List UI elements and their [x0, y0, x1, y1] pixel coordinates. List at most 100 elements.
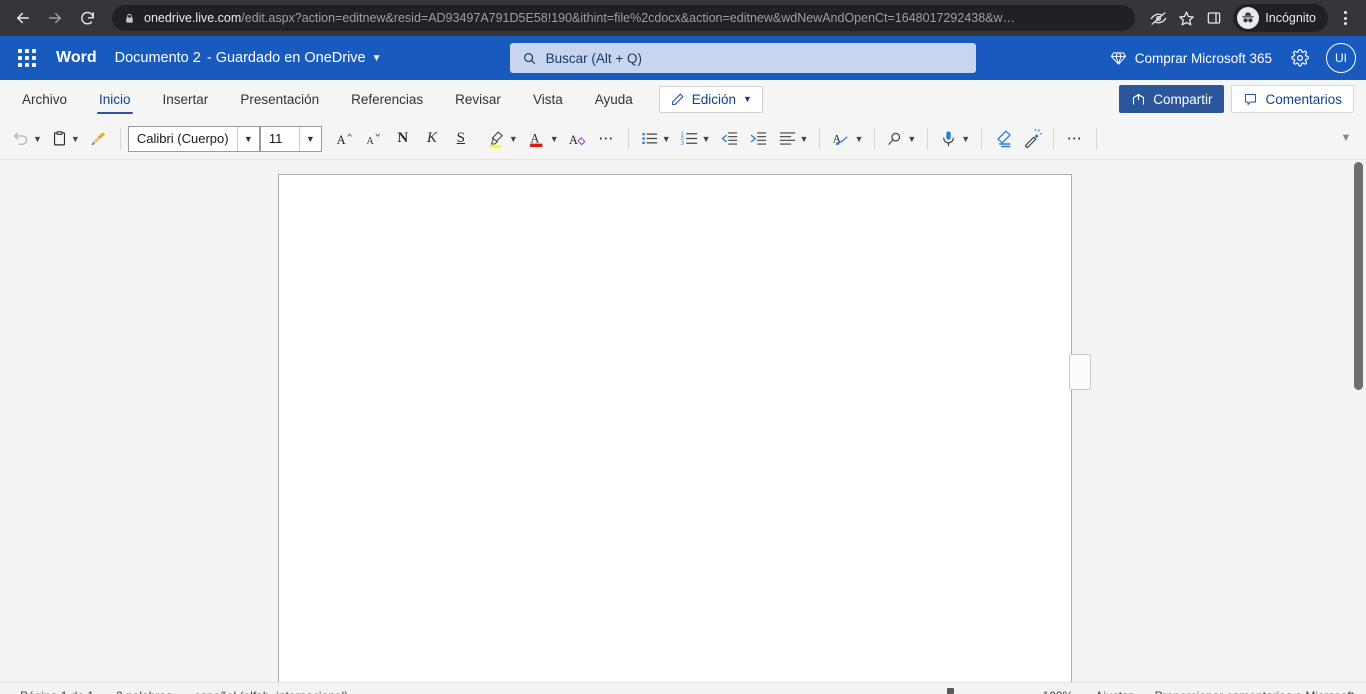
highlight-button[interactable]: ▼	[482, 124, 522, 154]
numbered-list-button[interactable]: 123 ▼	[676, 124, 715, 154]
tab-referencias[interactable]: Referencias	[335, 80, 439, 118]
toolbar-separator	[627, 127, 629, 150]
paste-icon	[53, 131, 65, 146]
chevron-down-icon: ▼	[743, 94, 752, 104]
format-painter-button[interactable]	[85, 124, 113, 154]
tab-ayuda[interactable]: Ayuda	[579, 80, 649, 118]
share-button[interactable]: Compartir	[1119, 85, 1225, 113]
zoom-thumb[interactable]	[946, 688, 954, 694]
language-indicator[interactable]: español (alfab. internacional)	[194, 689, 348, 694]
comment-bubble-icon	[1245, 93, 1257, 105]
feedback-link[interactable]: Proporcionar comentarios a Microsoft	[1155, 689, 1354, 694]
zoom-percent[interactable]: 100%	[1043, 689, 1074, 694]
arrow-right-icon	[49, 12, 61, 24]
bold-button[interactable]: N	[389, 124, 417, 154]
star-icon	[1178, 10, 1194, 26]
fit-button[interactable]: Ajustar	[1095, 689, 1132, 694]
incognito-indicator[interactable]: Incógnito	[1233, 4, 1328, 32]
avatar[interactable]: UI	[1326, 43, 1356, 73]
comment-flyout[interactable]	[1069, 354, 1091, 390]
chevron-down-icon[interactable]: ▼	[236, 126, 259, 151]
tracking-protection-button[interactable]	[1145, 5, 1171, 31]
zoom-slider[interactable]	[921, 688, 1021, 694]
tab-vista[interactable]: Vista	[517, 80, 579, 118]
page-info: Página 1 de 1	[20, 689, 94, 694]
document-page[interactable]	[278, 174, 1072, 682]
designer-button[interactable]	[1018, 124, 1046, 154]
toolbar-separator	[874, 127, 876, 150]
kebab-dot	[1343, 16, 1347, 20]
increase-indent-button[interactable]	[745, 124, 773, 154]
settings-button[interactable]	[1284, 42, 1316, 74]
svg-text:3: 3	[680, 141, 683, 147]
tab-presentacion[interactable]: Presentación	[224, 80, 335, 118]
paste-button[interactable]: ▼	[47, 124, 84, 154]
vertical-scrollbar[interactable]	[1351, 160, 1366, 682]
editor-button[interactable]	[989, 124, 1017, 154]
app-launcher-icon[interactable]	[10, 41, 44, 75]
styles-button[interactable]: A ▼	[827, 124, 867, 154]
address-bar[interactable]: onedrive.live.com/edit.aspx?action=editn…	[112, 5, 1136, 31]
reload-button[interactable]	[72, 3, 102, 33]
editing-mode-button[interactable]: Edición ▼	[658, 85, 763, 113]
chevron-down-icon: ▼	[70, 133, 80, 144]
document-canvas[interactable]	[0, 160, 1366, 682]
forward-button[interactable]	[40, 3, 70, 33]
word-count[interactable]: 0 palabras	[116, 689, 172, 694]
font-color-button[interactable]: A ▼	[523, 124, 563, 154]
font-name-selector[interactable]: Calibri (Cuerpo) ▼	[127, 125, 260, 152]
decrease-indent-button[interactable]	[716, 124, 744, 154]
gear-icon	[1291, 49, 1309, 67]
collapse-ribbon-button[interactable]: ▼	[1334, 132, 1358, 146]
dictate-button[interactable]: ▼	[935, 124, 974, 154]
chevron-down-icon: ▼	[961, 133, 971, 144]
bookmark-button[interactable]	[1173, 5, 1199, 31]
bulleted-list-button[interactable]: ▼	[636, 124, 675, 154]
chevron-down-icon: ▼	[661, 133, 671, 144]
designer-wand-icon	[1024, 128, 1043, 148]
document-title-button[interactable]: Documento 2 - Guardado en OneDrive ▼	[115, 50, 382, 66]
tab-inicio[interactable]: Inicio	[83, 80, 147, 118]
back-button[interactable]	[8, 3, 38, 33]
clear-formatting-icon: A	[569, 133, 586, 147]
incognito-label: Incógnito	[1265, 11, 1316, 25]
underline-button[interactable]: S	[447, 124, 475, 154]
tab-insertar[interactable]: Insertar	[147, 80, 225, 118]
chevron-down-icon: ▼	[854, 133, 864, 144]
svg-text:A: A	[569, 133, 578, 147]
microphone-icon	[943, 131, 955, 147]
scrollbar-thumb[interactable]	[1354, 162, 1363, 390]
more-font-options-button[interactable]: ⋯	[593, 124, 621, 154]
find-button[interactable]: ▼	[882, 124, 920, 154]
editor-pen-icon	[997, 130, 1011, 147]
toolbar-separator	[819, 127, 821, 150]
diamond-icon	[1110, 51, 1126, 65]
formatting-toolbar: ▼ ▼ Calibri (Cuerpo) ▼ 11 ▼ A A N K S ▼ …	[0, 118, 1366, 160]
url-path: /edit.aspx?action=editnew&resid=AD93497A…	[241, 11, 1016, 25]
grow-font-icon: A	[337, 133, 352, 147]
search-input[interactable]: Buscar (Alt + Q)	[509, 43, 976, 73]
comments-button[interactable]: Comentarios	[1231, 85, 1354, 113]
chevron-down-icon[interactable]: ▼	[298, 126, 321, 151]
clear-formatting-button[interactable]: A	[564, 124, 592, 154]
font-size-selector[interactable]: 11 ▼	[259, 125, 322, 152]
grow-font-button[interactable]: A	[331, 124, 359, 154]
share-label: Compartir	[1153, 91, 1213, 107]
app-header: Word Documento 2 - Guardado en OneDrive …	[0, 36, 1366, 80]
browser-menu-button[interactable]	[1332, 3, 1358, 33]
toolbar-separator	[119, 127, 121, 150]
decrease-indent-icon	[721, 132, 738, 145]
alignment-button[interactable]: ▼	[774, 124, 813, 154]
undo-button[interactable]: ▼	[8, 124, 46, 154]
italic-button[interactable]: K	[418, 124, 446, 154]
status-bar: Página 1 de 1 0 palabras español (alfab.…	[0, 682, 1366, 694]
more-options-button[interactable]: ⋯	[1061, 124, 1089, 154]
kebab-dot	[1343, 11, 1347, 14]
tab-archivo[interactable]: Archivo	[6, 80, 83, 118]
lock-icon	[124, 12, 135, 25]
side-panel-button[interactable]	[1201, 5, 1227, 31]
buy-microsoft-365-button[interactable]: Comprar Microsoft 365	[1104, 50, 1278, 67]
toolbar-separator	[927, 127, 929, 150]
shrink-font-button[interactable]: A	[360, 124, 388, 154]
tab-revisar[interactable]: Revisar	[439, 80, 517, 118]
